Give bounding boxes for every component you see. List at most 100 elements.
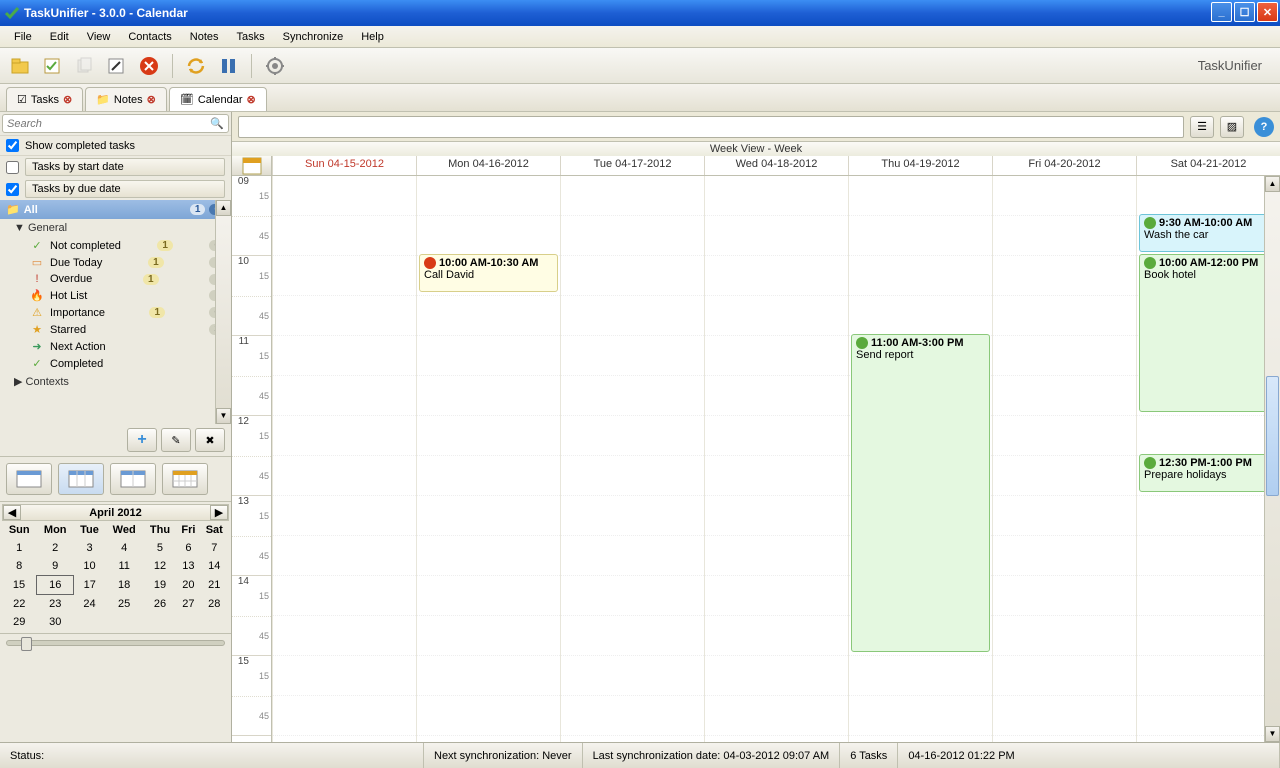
new-task-icon[interactable] bbox=[40, 53, 66, 79]
show-completed-row[interactable]: Show completed tasks bbox=[0, 135, 231, 156]
calendar-day[interactable]: 25 bbox=[105, 595, 143, 614]
calendar-day[interactable]: 8 bbox=[2, 557, 36, 576]
scroll-up-icon[interactable]: ▲ bbox=[216, 200, 231, 216]
calendar-day[interactable]: 13 bbox=[177, 557, 200, 576]
by-start-checkbox[interactable] bbox=[6, 161, 19, 174]
sync-icon[interactable] bbox=[183, 53, 209, 79]
calendar-event[interactable]: 9:30 AM-10:00 AMWash the car bbox=[1139, 214, 1278, 252]
calendar-day[interactable]: 1 bbox=[2, 539, 36, 557]
calendar-day[interactable]: 23 bbox=[36, 595, 74, 614]
mini-calendar-grid[interactable]: SunMonTueWedThuFriSat 123456789101112131… bbox=[2, 521, 229, 631]
menu-tasks[interactable]: Tasks bbox=[229, 29, 273, 45]
calendar-day[interactable]: 5 bbox=[143, 539, 176, 557]
calendar-day[interactable]: 7 bbox=[200, 539, 228, 557]
delete-filter-button[interactable]: ✖ bbox=[195, 428, 225, 452]
day-column[interactable] bbox=[992, 176, 1136, 742]
calendar-day[interactable]: 19 bbox=[143, 576, 176, 595]
calendar-day[interactable]: 9 bbox=[36, 557, 74, 576]
close-button[interactable]: ✕ bbox=[1257, 2, 1278, 22]
day-header[interactable]: Wed 04-18-2012 bbox=[704, 156, 848, 175]
search-input[interactable] bbox=[7, 118, 210, 130]
scrollbar-thumb[interactable] bbox=[1266, 376, 1279, 496]
calendar-scrollbar[interactable]: ▲ ▼ bbox=[1264, 176, 1280, 742]
filter-all-header[interactable]: 📁 All 1 6 bbox=[0, 200, 231, 219]
maximize-button[interactable]: ☐ bbox=[1234, 2, 1255, 22]
scroll-down-icon[interactable]: ▼ bbox=[216, 408, 231, 424]
help-icon[interactable]: ? bbox=[1254, 117, 1274, 137]
menu-notes[interactable]: Notes bbox=[182, 29, 227, 45]
tab-tasks[interactable]: ☑ Tasks ⊗ bbox=[6, 87, 83, 111]
calendar-day[interactable] bbox=[200, 613, 228, 631]
calendar-day[interactable]: 24 bbox=[74, 595, 105, 614]
calendar-day[interactable]: 22 bbox=[2, 595, 36, 614]
day-header[interactable]: Sat 04-21-2012 bbox=[1136, 156, 1280, 175]
calendar-day[interactable]: 11 bbox=[105, 557, 143, 576]
menu-contacts[interactable]: Contacts bbox=[120, 29, 179, 45]
calendar-day[interactable]: 29 bbox=[2, 613, 36, 631]
calendar-day[interactable]: 16 bbox=[36, 576, 74, 595]
day-column[interactable] bbox=[560, 176, 704, 742]
calendar-corner-icon[interactable] bbox=[232, 156, 272, 175]
calendar-day[interactable]: 3 bbox=[74, 539, 105, 557]
show-completed-checkbox[interactable] bbox=[6, 139, 19, 152]
day-column[interactable] bbox=[272, 176, 416, 742]
day-column[interactable] bbox=[704, 176, 848, 742]
copy-icon[interactable] bbox=[72, 53, 98, 79]
settings-icon[interactable] bbox=[262, 53, 288, 79]
view-workweek-button[interactable] bbox=[110, 463, 156, 495]
calendar-day[interactable]: 21 bbox=[200, 576, 228, 595]
calendar-event[interactable]: 10:00 AM-10:30 AMCall David bbox=[419, 254, 558, 292]
day-column[interactable]: 11:00 AM-3:00 PMSend report bbox=[848, 176, 992, 742]
tab-notes[interactable]: 📁 Notes ⊗ bbox=[85, 87, 167, 111]
filter-item[interactable]: ✓Completed bbox=[0, 355, 231, 372]
calendar-day[interactable]: 4 bbox=[105, 539, 143, 557]
calendar-day[interactable]: 26 bbox=[143, 595, 176, 614]
calendar-event[interactable]: 10:00 AM-12:00 PMBook hotel bbox=[1139, 254, 1278, 412]
calendar-day[interactable]: 18 bbox=[105, 576, 143, 595]
search-box[interactable]: 🔍 bbox=[2, 114, 229, 133]
filter-item[interactable]: ▭Due Today11 bbox=[0, 254, 231, 271]
calendar-day[interactable]: 20 bbox=[177, 576, 200, 595]
tab-close-icon[interactable]: ⊗ bbox=[247, 93, 256, 106]
by-due-row[interactable]: Tasks by due date bbox=[0, 178, 231, 200]
calendar-day[interactable]: 17 bbox=[74, 576, 105, 595]
calendar-day[interactable]: 10 bbox=[74, 557, 105, 576]
menu-file[interactable]: File bbox=[6, 29, 40, 45]
filter-item[interactable]: !Overdue11 bbox=[0, 271, 231, 287]
calendar-day[interactable]: 14 bbox=[200, 557, 228, 576]
scroll-down-icon[interactable]: ▼ bbox=[1265, 726, 1280, 742]
calendar-day[interactable] bbox=[143, 613, 176, 631]
minimize-button[interactable]: _ bbox=[1211, 2, 1232, 22]
day-columns[interactable]: 10:00 AM-10:30 AMCall David 11:00 AM-3:00… bbox=[272, 176, 1280, 742]
calendar-day[interactable]: 6 bbox=[177, 539, 200, 557]
day-header[interactable]: Sun 04-15-2012 bbox=[272, 156, 416, 175]
calendar-event[interactable]: 12:30 PM-1:00 PMPrepare holidays bbox=[1139, 454, 1278, 492]
calendar-day[interactable] bbox=[105, 613, 143, 631]
tab-calendar[interactable]: 🗓 Calendar ⊗ bbox=[169, 87, 267, 111]
toolbar-action-1[interactable]: ☰ bbox=[1190, 116, 1214, 138]
edit-filter-button[interactable]: ✎ bbox=[161, 428, 191, 452]
tab-close-icon[interactable]: ⊗ bbox=[63, 93, 72, 106]
calendar-day[interactable] bbox=[177, 613, 200, 631]
calendar-day[interactable]: 15 bbox=[2, 576, 36, 595]
prev-month-button[interactable]: ◀ bbox=[3, 505, 21, 520]
by-start-row[interactable]: Tasks by start date bbox=[0, 156, 231, 178]
menu-edit[interactable]: Edit bbox=[42, 29, 77, 45]
menu-view[interactable]: View bbox=[79, 29, 119, 45]
view-month-button[interactable] bbox=[162, 463, 208, 495]
add-filter-button[interactable]: + bbox=[127, 428, 157, 452]
filter-item[interactable]: 🔥Hot List1 bbox=[0, 287, 231, 304]
calendar-day[interactable]: 2 bbox=[36, 539, 74, 557]
tab-close-icon[interactable]: ⊗ bbox=[147, 93, 156, 106]
day-header[interactable]: Mon 04-16-2012 bbox=[416, 156, 560, 175]
calendar-day[interactable]: 27 bbox=[177, 595, 200, 614]
day-column[interactable]: 9:30 AM-10:00 AMWash the car10:00 AM-12:… bbox=[1136, 176, 1280, 742]
filter-item[interactable]: ✓Not completed16 bbox=[0, 237, 231, 254]
view-week-button[interactable] bbox=[58, 463, 104, 495]
day-header[interactable]: Fri 04-20-2012 bbox=[992, 156, 1136, 175]
by-due-checkbox[interactable] bbox=[6, 183, 19, 196]
quick-add-input[interactable] bbox=[238, 116, 1184, 138]
next-month-button[interactable]: ▶ bbox=[210, 505, 228, 520]
calendar-day[interactable] bbox=[74, 613, 105, 631]
filter-item[interactable]: ⚠Importance16 bbox=[0, 304, 231, 321]
